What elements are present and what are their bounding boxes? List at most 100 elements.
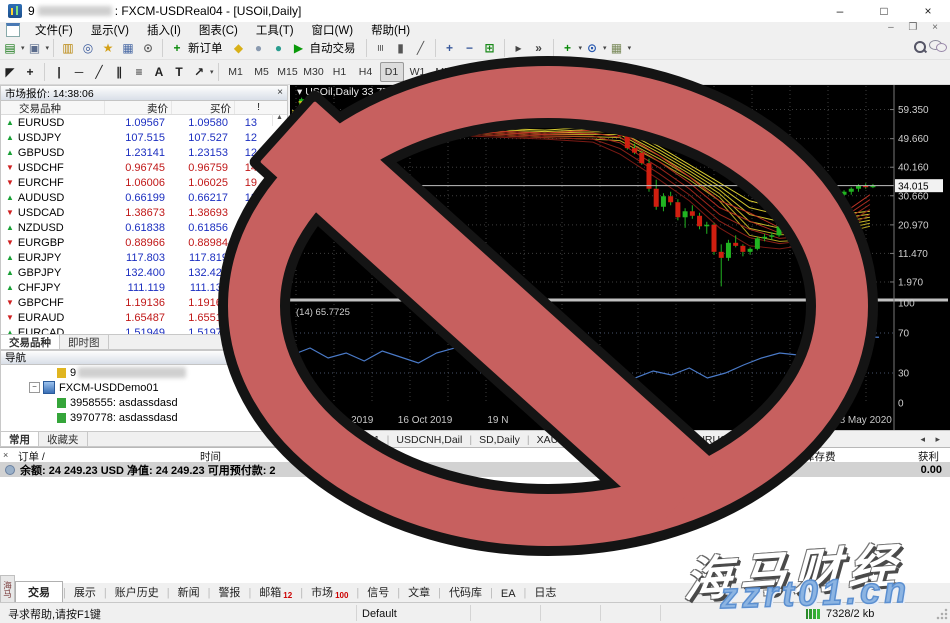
market-watch-row-audusd[interactable]: ▲AUDUSD0.661990.6621718 <box>1 190 287 205</box>
maximize-button[interactable]: □ <box>862 4 906 18</box>
chart-area[interactable]: 68.85059.35049.66040.16030.66020.97011.4… <box>290 85 950 430</box>
tree-item-account-0[interactable]: 3958555: asdassdasd <box>1 395 287 410</box>
nav-tab-收藏夹[interactable]: 收藏夹 <box>39 432 88 446</box>
menu-item-6[interactable]: 帮助(H) <box>362 22 419 38</box>
bottom-tab-市场[interactable]: 市场100 <box>303 582 356 602</box>
fibonacci-tool-icon[interactable]: ≡ <box>130 63 148 81</box>
bottom-tab-EA[interactable]: EA <box>493 586 524 602</box>
chart-tab-2[interactable]: USDCNH,Dail <box>389 434 469 446</box>
zoom-out-icon[interactable]: − <box>461 39 479 57</box>
menu-item-2[interactable]: 插入(I) <box>138 22 190 38</box>
market-watch-row-gbpjpy[interactable]: ▲GBPJPY132.400132.42323 <box>1 265 287 280</box>
auto-scroll-icon[interactable]: ▸ <box>510 39 528 57</box>
timeframe-m1[interactable]: M1 <box>224 62 248 82</box>
periods-dropdown-icon[interactable]: ▾ <box>603 44 607 52</box>
menu-item-3[interactable]: 图表(C) <box>190 22 247 38</box>
docked-vertical-tab[interactable]: 海马 <box>0 575 15 604</box>
minimize-button[interactable]: – <box>818 4 862 18</box>
timeframe-mn[interactable]: MN <box>432 62 456 82</box>
horizontal-line-tool-icon[interactable]: ─ <box>70 63 88 81</box>
market-watch-close-icon[interactable]: × <box>277 87 283 98</box>
bottom-tab-邮箱[interactable]: 邮箱12 <box>251 582 300 602</box>
chart-shift-icon[interactable]: » <box>530 39 548 57</box>
new-chart-icon[interactable]: ▤ <box>1 39 19 57</box>
chart-tab-6[interactable]: EURUSD,H1 <box>683 434 758 446</box>
menu-item-1[interactable]: 显示(V) <box>82 22 138 38</box>
candle-chart-mode-icon[interactable]: ▮ <box>392 39 410 57</box>
timeframe-m30[interactable]: M30 <box>302 62 326 82</box>
strategy-tester-icon[interactable]: ⊙ <box>139 39 157 57</box>
chart-tab-scroll-arrows[interactable]: ◂ ▸ <box>920 434 950 445</box>
terminal-toggle-icon[interactable]: ▦ <box>119 39 137 57</box>
market-watch-row-gbpusd[interactable]: ▲GBPUSD1.231411.2315312 <box>1 145 287 160</box>
label-tool-icon[interactable]: T <box>170 63 188 81</box>
profiles-icon[interactable]: ▣ <box>26 39 44 57</box>
vertical-line-tool-icon[interactable]: | <box>50 63 68 81</box>
timeframe-h4[interactable]: H4 <box>354 62 378 82</box>
mw-tab-交易品种[interactable]: 交易品种 <box>1 335 60 349</box>
mw-tab-即时图[interactable]: 即时图 <box>60 335 109 349</box>
zoom-in-icon[interactable]: + <box>441 39 459 57</box>
bottom-tab-账户历史[interactable]: 账户历史 <box>107 582 167 602</box>
market-watch-row-eurjpy[interactable]: ▲EURJPY117.803117.81916 <box>1 250 287 265</box>
timeframe-m5[interactable]: M5 <box>250 62 274 82</box>
market-watch-row-euraud[interactable]: ▼EURAUD1.654871.6551629 <box>1 310 287 325</box>
tile-windows-icon[interactable]: ⊞ <box>481 39 499 57</box>
bottom-tab-交易[interactable]: 交易 <box>15 581 63 602</box>
trendline-tool-icon[interactable]: ╱ <box>90 63 108 81</box>
timeframe-m15[interactable]: M15 <box>276 62 300 82</box>
bottom-tab-警报[interactable]: 警报 <box>210 582 248 602</box>
bar-chart-mode-icon[interactable]: ≡ <box>372 39 390 57</box>
timeframe-h1[interactable]: H1 <box>328 62 352 82</box>
mw-column-header[interactable]: 卖价 <box>104 101 171 114</box>
bottom-tab-文章[interactable]: 文章 <box>400 582 438 602</box>
new-chart-dropdown-icon[interactable]: ▾ <box>21 44 25 52</box>
line-chart-mode-icon[interactable]: ╱ <box>412 39 430 57</box>
timeframe-d1[interactable]: D1 <box>380 62 404 82</box>
navigator-close-icon[interactable]: × <box>277 352 283 364</box>
bottom-tab-展示[interactable]: 展示 <box>66 582 104 602</box>
menu-item-0[interactable]: 文件(F) <box>26 22 82 38</box>
chart-tab-0[interactable]: 1 <box>290 434 310 446</box>
tree-item-server[interactable]: − FXCM-USDDemo01 <box>1 380 287 395</box>
chart-tab-3[interactable]: SD,Daily <box>472 434 527 446</box>
bottom-tab-代码库[interactable]: 代码库 <box>441 582 490 602</box>
market-watch-row-usdjpy[interactable]: ▲USDJPY107.515107.52712 <box>1 130 287 145</box>
market-watch-row-nzdusd[interactable]: ▲NZDUSD0.618380.6185618 <box>1 220 287 235</box>
mw-column-header[interactable]: 交易品种 <box>1 101 104 114</box>
bottom-tab-新闻[interactable]: 新闻 <box>170 582 208 602</box>
menu-item-5[interactable]: 窗口(W) <box>303 22 363 38</box>
indicators-dropdown-icon[interactable]: ▾ <box>579 44 583 52</box>
market-watch-row-gbpchf[interactable]: ▼GBPCHF1.191361.1916125 <box>1 295 287 310</box>
expert-advisors-icon[interactable]: ● <box>250 39 268 57</box>
data-window-icon[interactable]: ◎ <box>79 39 97 57</box>
indicators-icon[interactable]: + <box>559 39 577 57</box>
autotrading-icon[interactable]: ▶ <box>290 39 308 57</box>
chart-tab-5[interactable]: XAUUSD,H1 <box>607 434 681 446</box>
arrows-tool-icon[interactable]: ↗ <box>190 63 208 81</box>
navigator-toggle-icon[interactable]: ★ <box>99 39 117 57</box>
cursor-tool-icon[interactable]: ◤ <box>1 63 19 81</box>
search-icon[interactable] <box>912 39 928 55</box>
profiles-dropdown-icon[interactable]: ▾ <box>46 44 50 52</box>
periods-icon[interactable]: ⊙ <box>583 39 601 57</box>
market-watch-row-chfjpy[interactable]: ▲CHFJPY111.119111.13819 <box>1 280 287 295</box>
collapse-icon[interactable]: − <box>29 382 40 393</box>
market-watch-row-eurchf[interactable]: ▼EURCHF1.060061.0602519 <box>1 175 287 190</box>
metaeditor-icon[interactable]: ◆ <box>230 39 248 57</box>
chart-tab-1[interactable]: NZDUSD,H1 <box>313 434 387 446</box>
bottom-tab-日志[interactable]: 日志 <box>526 582 564 602</box>
close-button[interactable]: × <box>906 4 950 18</box>
market-watch-row-usdchf[interactable]: ▼USDCHF0.967450.9675914 <box>1 160 287 175</box>
market-watch-scrollbar[interactable]: ▲ <box>272 114 286 126</box>
status-profile[interactable]: Default <box>362 608 397 620</box>
timeframe-w1[interactable]: W1 <box>406 62 430 82</box>
child-window-controls[interactable]: – ❐ × <box>888 22 944 33</box>
tree-item-account-redacted[interactable]: 9 <box>1 365 287 380</box>
crosshair-tool-icon[interactable]: + <box>21 63 39 81</box>
text-tool-icon[interactable]: A <box>150 63 168 81</box>
mw-column-header[interactable]: ! <box>234 101 264 114</box>
chart-tab-4[interactable]: XAUUSD,H1 <box>530 434 604 446</box>
market-watch-toggle-icon[interactable]: ▥ <box>59 39 77 57</box>
market-watch-row-usdcad[interactable]: ▼USDCAD1.386731.3869320 <box>1 205 287 220</box>
